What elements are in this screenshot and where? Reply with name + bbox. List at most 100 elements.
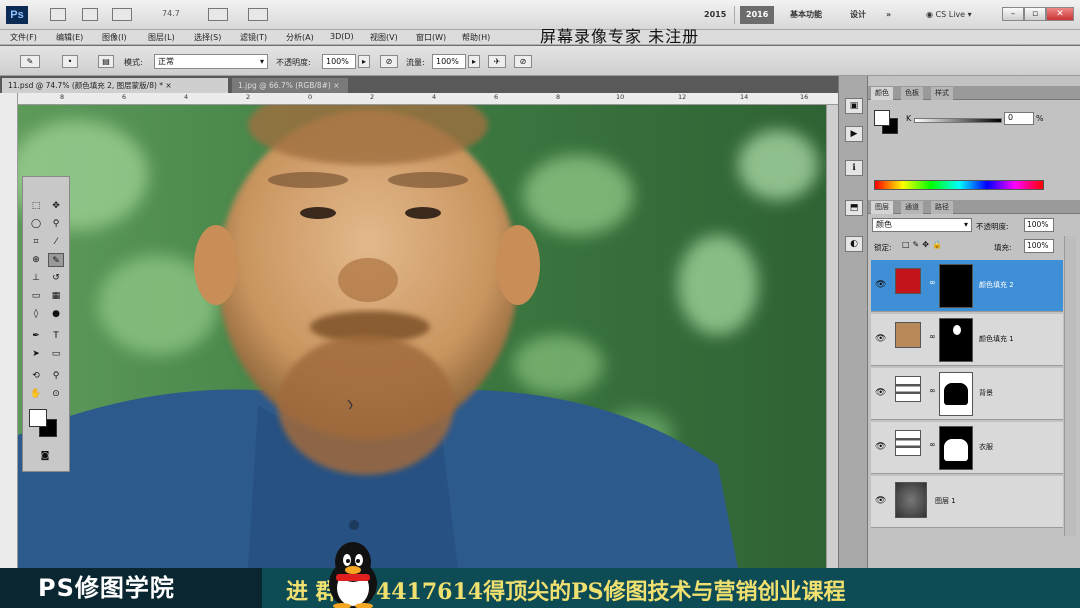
tablet-size-icon[interactable]: ⊘ (514, 55, 532, 68)
document-canvas[interactable] (18, 105, 826, 568)
path-select-tool-icon[interactable]: ➤ (28, 347, 44, 361)
mode-select[interactable]: 正常 ▾ (154, 54, 268, 69)
actions-panel-icon[interactable]: ▶ (845, 126, 863, 142)
cs-live-menu[interactable]: ◉ CS Live ▾ (926, 6, 972, 24)
zoom-tool-2-icon[interactable]: ⊙ (48, 387, 64, 401)
workspace-design[interactable]: 设计 (844, 6, 872, 24)
fill-input[interactable]: 100% (1024, 239, 1054, 253)
menu-image[interactable]: 图像(I) (102, 32, 127, 43)
menu-3d[interactable]: 3D(D) (330, 32, 354, 41)
tab-channels[interactable]: 通道 (901, 201, 923, 214)
tab-11-psd[interactable]: 11.psd @ 74.7% (颜色填充 2, 图层蒙版/8) * × (2, 78, 228, 93)
type-tool-icon[interactable]: T (48, 329, 64, 343)
k-slider[interactable] (914, 118, 1002, 123)
minimize-button[interactable]: – (1002, 7, 1024, 21)
layers-scrollbar[interactable] (1064, 236, 1076, 536)
lasso-tool-icon[interactable]: ◯ (28, 217, 44, 231)
lock-icons[interactable]: □✎✥🔒 (902, 240, 945, 249)
tablet-opacity-icon[interactable]: ⊘ (380, 55, 398, 68)
menu-edit[interactable]: 编辑(E) (56, 32, 83, 43)
3d-rotate-tool-icon[interactable]: ⟲ (28, 369, 44, 383)
workspace-more[interactable]: » (880, 6, 897, 24)
layer-mask-thumbnail[interactable] (939, 318, 973, 362)
visibility-eye-icon[interactable]: 👁 (875, 496, 886, 506)
dodge-tool-icon[interactable]: ● (48, 307, 64, 321)
color-spectrum-bar[interactable] (874, 180, 1044, 190)
pen-tool-icon[interactable]: ✒ (28, 329, 44, 343)
chain-link-icon[interactable]: ∞ (929, 386, 936, 395)
tab-styles[interactable]: 样式 (931, 87, 953, 100)
navigator-panel-icon[interactable]: ⬒ (845, 200, 863, 216)
clone-stamp-tool-icon[interactable]: ⊥ (28, 271, 44, 285)
canvas-vertical-scrollbar[interactable] (826, 105, 838, 568)
brush-tool-icon[interactable]: ✎ (48, 253, 64, 267)
menu-view[interactable]: 视图(V) (370, 32, 398, 43)
arrange-documents-icon[interactable] (208, 8, 228, 21)
brush-size-icon[interactable]: • (62, 55, 78, 68)
brush-panel-icon[interactable]: ▤ (98, 55, 114, 68)
layer-opacity-input[interactable]: 100% (1024, 218, 1054, 232)
layer-mask-thumbnail[interactable] (939, 426, 973, 470)
gradient-tool-icon[interactable]: ▦ (48, 289, 64, 303)
chain-link-icon[interactable]: ∞ (929, 440, 936, 449)
layer-row-color-fill-2[interactable]: 👁 ∞ 颜色填充 2 (871, 260, 1063, 312)
layer-mask-thumbnail[interactable] (939, 372, 973, 416)
menu-layer[interactable]: 图层(L) (148, 32, 175, 43)
layer-mask-thumbnail[interactable] (939, 264, 973, 308)
color-panel-foreground-swatch[interactable] (874, 110, 890, 126)
foreground-color-swatch[interactable] (29, 409, 47, 427)
bridge-icon[interactable] (50, 8, 66, 21)
crop-tool-icon[interactable]: ⌗ (28, 235, 44, 249)
quick-select-tool-icon[interactable]: ⚲ (48, 217, 64, 231)
chain-link-icon[interactable]: ∞ (929, 332, 936, 341)
layer-row-clothes[interactable]: 👁 ∞ 衣服 (871, 422, 1063, 474)
eyedropper-tool-icon[interactable]: ⁄ (48, 235, 64, 249)
menu-help[interactable]: 帮助(H) (462, 32, 490, 43)
marquee-tool-icon[interactable]: ⬚ (28, 199, 44, 213)
history-brush-tool-icon[interactable]: ↺ (48, 271, 64, 285)
history-panel-icon[interactable]: ▣ (845, 98, 863, 114)
blend-mode-select[interactable]: 颜色 ▾ (872, 218, 972, 232)
menu-analysis[interactable]: 分析(A) (286, 32, 314, 43)
zoom-level[interactable]: 74.7 (162, 9, 180, 18)
opacity-input[interactable]: 100% (322, 54, 356, 69)
tab-swatches[interactable]: 色板 (901, 87, 923, 100)
menu-select[interactable]: 选择(S) (194, 32, 221, 43)
layer-row-background[interactable]: 👁 ∞ 背景 (871, 368, 1063, 420)
mini-bridge-icon[interactable] (82, 8, 98, 21)
opacity-slider-button[interactable]: ▸ (358, 55, 370, 68)
workspace-basic[interactable]: 基本功能 (784, 6, 828, 24)
restore-button[interactable]: ▫ (1024, 7, 1046, 21)
visibility-eye-icon[interactable]: 👁 (875, 280, 886, 290)
tab-layers[interactable]: 图层 (871, 201, 893, 214)
info-panel-icon[interactable]: ℹ (845, 160, 863, 176)
airbrush-icon[interactable]: ✈ (488, 55, 506, 68)
eraser-tool-icon[interactable]: ▭ (28, 289, 44, 303)
layer-row-layer-1[interactable]: 👁 图层 1 (871, 476, 1063, 528)
tab-color[interactable]: 颜色 (871, 87, 893, 100)
quick-mask-icon[interactable]: ◙ (37, 449, 53, 463)
zoom-tool-icon[interactable]: ⚲ (48, 369, 64, 383)
adjustments-panel-icon[interactable]: ◐ (845, 236, 863, 252)
k-value-input[interactable]: 0 (1004, 112, 1034, 125)
close-button[interactable]: ✕ (1046, 7, 1074, 21)
hand-tool-icon[interactable]: ✋ (28, 387, 44, 401)
view-extras-icon[interactable] (112, 8, 132, 21)
screen-mode-icon[interactable] (248, 8, 268, 21)
layer-row-color-fill-1[interactable]: 👁 ∞ 颜色填充 1 (871, 314, 1063, 366)
brush-preset-icon[interactable]: ✎ (20, 55, 40, 68)
workspace-2016[interactable]: 2016 (740, 6, 775, 24)
healing-brush-tool-icon[interactable]: ⊕ (28, 253, 44, 267)
visibility-eye-icon[interactable]: 👁 (875, 334, 886, 344)
menu-filter[interactable]: 滤镜(T) (240, 32, 267, 43)
chain-link-icon[interactable]: ∞ (929, 278, 936, 287)
workspace-2015[interactable]: 2015 (698, 6, 732, 24)
move-tool-icon[interactable]: ✥ (48, 199, 64, 213)
blur-tool-icon[interactable]: ◊ (28, 307, 44, 321)
visibility-eye-icon[interactable]: 👁 (875, 388, 886, 398)
menu-window[interactable]: 窗口(W) (416, 32, 446, 43)
tab-paths[interactable]: 路径 (931, 201, 953, 214)
flow-input[interactable]: 100% (432, 54, 466, 69)
tab-1-jpg[interactable]: 1.jpg @ 66.7% (RGB/8#) × (232, 78, 348, 93)
flow-slider-button[interactable]: ▸ (468, 55, 480, 68)
